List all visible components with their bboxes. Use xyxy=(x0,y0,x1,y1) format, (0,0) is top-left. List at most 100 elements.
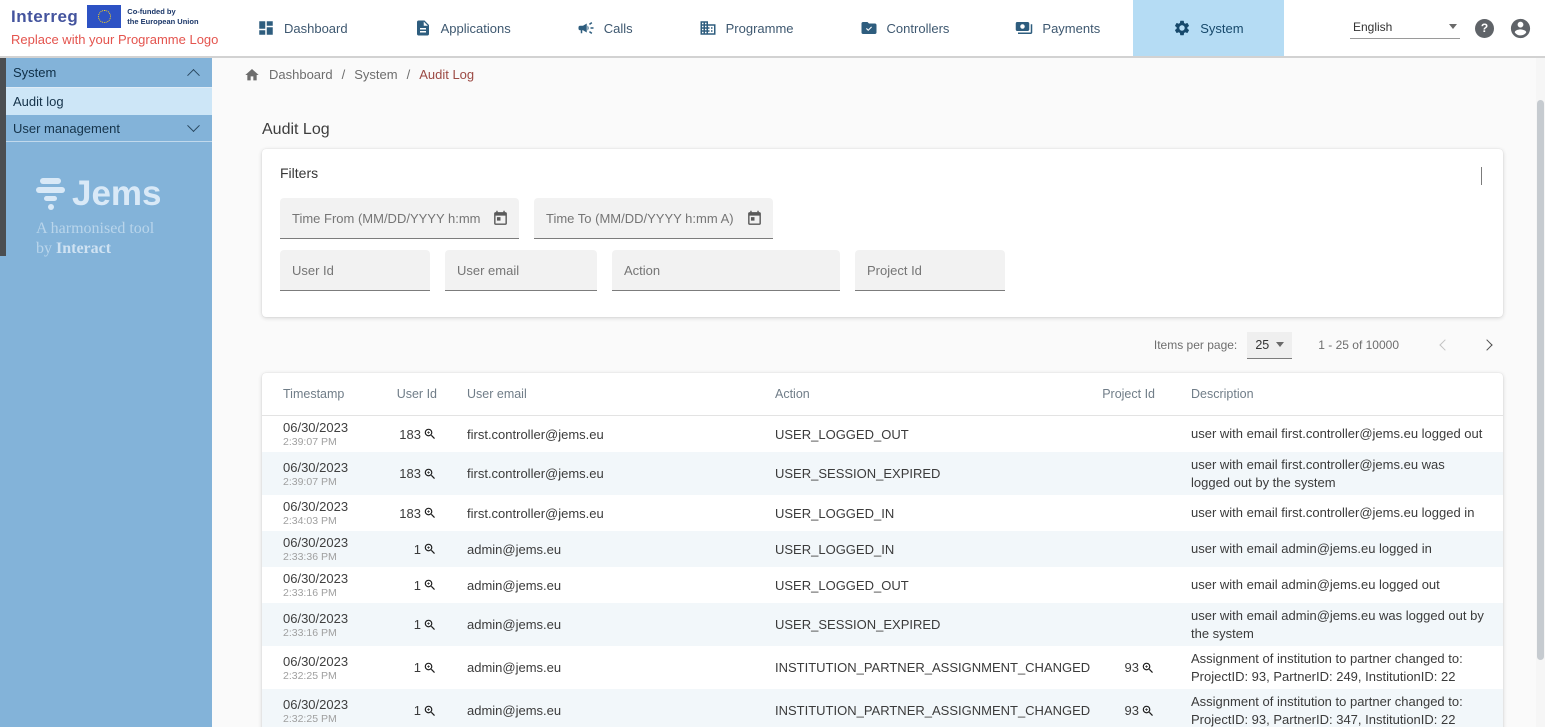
dashboard-icon xyxy=(257,19,275,37)
previous-page-button[interactable] xyxy=(1433,337,1457,353)
filters-title: Filters xyxy=(280,165,1483,181)
filters-panel: Filters xyxy=(262,149,1503,317)
calendar-icon[interactable] xyxy=(746,210,763,227)
zoom-in-icon[interactable] xyxy=(423,578,437,592)
logo-placeholder-text: Replace with your Programme Logo xyxy=(11,32,218,47)
user-email-cell: admin@jems.eu xyxy=(437,617,737,632)
folder-check-icon xyxy=(860,19,878,37)
sidebar-section-system[interactable]: System xyxy=(0,58,212,88)
sidebar-item-audit-log[interactable]: Audit log xyxy=(0,88,212,115)
column-header-action: Action xyxy=(737,387,1077,401)
document-icon xyxy=(414,19,432,37)
zoom-in-icon[interactable] xyxy=(1141,661,1155,675)
action-filter-input[interactable] xyxy=(612,250,840,291)
project-id-filter-input[interactable] xyxy=(855,250,1005,291)
user-id-cell: 183 xyxy=(395,466,437,481)
column-header-user-id: User Id xyxy=(395,387,437,401)
timestamp-date: 06/30/2023 xyxy=(283,571,395,586)
zoom-in-icon[interactable] xyxy=(423,506,437,520)
gear-icon xyxy=(1173,19,1191,37)
timestamp-cell: 06/30/2023 2:33:16 PM xyxy=(262,571,395,599)
timestamp-cell: 06/30/2023 2:33:36 PM xyxy=(262,535,395,563)
breadcrumb-audit-log: Audit Log xyxy=(419,67,474,82)
user-email-filter-input[interactable] xyxy=(445,250,597,291)
timestamp-time: 2:33:36 PM xyxy=(283,551,395,563)
eu-flag-icon xyxy=(87,5,121,28)
user-email-cell: first.controller@jems.eu xyxy=(437,466,737,481)
description-cell: Assignment of institution to partner cha… xyxy=(1155,650,1503,685)
time-from-input[interactable] xyxy=(280,198,519,239)
zoom-in-icon[interactable] xyxy=(423,467,437,481)
page-title: Audit Log xyxy=(262,121,1503,139)
table-row: 06/30/2023 2:33:36 PM 1 admin@jems.eu US… xyxy=(262,531,1503,567)
time-to-input[interactable] xyxy=(534,198,773,239)
items-per-page-select[interactable]: 25 xyxy=(1247,332,1292,359)
timestamp-cell: 06/30/2023 2:34:03 PM xyxy=(262,499,395,527)
timestamp-date: 06/30/2023 xyxy=(283,420,395,435)
user-id-cell: 1 xyxy=(395,578,437,593)
timestamp-date: 06/30/2023 xyxy=(283,460,395,475)
description-cell: Assignment of institution to partner cha… xyxy=(1155,693,1503,727)
nav-item-system[interactable]: System xyxy=(1133,0,1283,56)
user-id-cell: 1 xyxy=(395,617,437,632)
user-id-value: 1 xyxy=(414,578,421,593)
jems-brand-name: Jems xyxy=(72,176,162,211)
zoom-in-icon[interactable] xyxy=(423,542,437,556)
zoom-in-icon[interactable] xyxy=(423,704,437,718)
action-cell: USER_SESSION_EXPIRED xyxy=(737,466,1077,481)
user-id-cell: 183 xyxy=(395,427,437,442)
eu-cofunded-text: Co-funded by the European Union xyxy=(127,7,198,26)
zoom-in-icon[interactable] xyxy=(423,618,437,632)
zoom-in-icon[interactable] xyxy=(1141,704,1155,718)
user-email-cell: admin@jems.eu xyxy=(437,542,737,557)
timestamp-cell: 06/30/2023 2:32:25 PM xyxy=(262,697,395,725)
main-area: Dashboard / System / Audit Log Audit Log… xyxy=(212,58,1545,727)
sidebar-scrollbar[interactable] xyxy=(0,58,6,256)
nav-item-controllers[interactable]: Controllers xyxy=(827,0,983,56)
page-scrollbar-thumb[interactable] xyxy=(1537,100,1544,660)
payments-icon xyxy=(1015,19,1033,37)
table-body: 06/30/2023 2:39:07 PM 183 first.controll… xyxy=(262,416,1503,727)
nav-item-programme[interactable]: Programme xyxy=(666,0,827,56)
breadcrumb-dashboard[interactable]: Dashboard xyxy=(269,67,333,82)
sidebar-item-user-management[interactable]: User management xyxy=(0,115,212,142)
building-icon xyxy=(699,19,717,37)
zoom-in-icon[interactable] xyxy=(423,427,437,441)
column-header-user-email: User email xyxy=(437,387,737,401)
nav-item-dashboard[interactable]: Dashboard xyxy=(224,0,381,56)
top-bar: Interreg Co-funded by the European Union… xyxy=(0,0,1545,58)
home-icon[interactable] xyxy=(244,67,260,83)
user-id-cell: 1 xyxy=(395,542,437,557)
user-id-value: 1 xyxy=(414,617,421,632)
user-id-cell: 1 xyxy=(395,660,437,675)
timestamp-date: 06/30/2023 xyxy=(283,697,395,712)
user-id-cell: 1 xyxy=(395,703,437,718)
language-select[interactable]: English xyxy=(1350,18,1460,39)
help-icon[interactable]: ? xyxy=(1475,19,1494,38)
timestamp-time: 2:32:25 PM xyxy=(283,713,395,725)
calendar-icon[interactable] xyxy=(492,210,509,227)
interreg-wordmark: Interreg xyxy=(11,7,78,27)
breadcrumb-system[interactable]: System xyxy=(354,67,397,82)
nav-item-calls[interactable]: Calls xyxy=(544,0,666,56)
user-email-cell: admin@jems.eu xyxy=(437,578,737,593)
user-id-value: 1 xyxy=(414,542,421,557)
nav-item-payments[interactable]: Payments xyxy=(982,0,1133,56)
filters-collapse-button[interactable] xyxy=(1478,164,1485,188)
items-per-page-label: Items per page: xyxy=(1154,338,1237,352)
next-page-button[interactable] xyxy=(1475,337,1503,353)
action-cell: USER_LOGGED_OUT xyxy=(737,427,1077,442)
timestamp-time: 2:39:07 PM xyxy=(283,476,395,488)
chevron-down-icon xyxy=(1276,342,1284,347)
megaphone-icon xyxy=(577,19,595,37)
chevron-right-icon xyxy=(1481,339,1492,350)
nav-item-applications[interactable]: Applications xyxy=(381,0,544,56)
audit-log-table: Timestamp User Id User email Action Proj… xyxy=(262,373,1503,727)
timestamp-date: 06/30/2023 xyxy=(283,611,395,626)
user-email-cell: admin@jems.eu xyxy=(437,660,737,675)
user-id-filter-input[interactable] xyxy=(280,250,430,291)
account-icon[interactable] xyxy=(1509,17,1532,40)
timestamp-cell: 06/30/2023 2:33:16 PM xyxy=(262,611,395,639)
zoom-in-icon[interactable] xyxy=(423,661,437,675)
timestamp-cell: 06/30/2023 2:32:25 PM xyxy=(262,654,395,682)
